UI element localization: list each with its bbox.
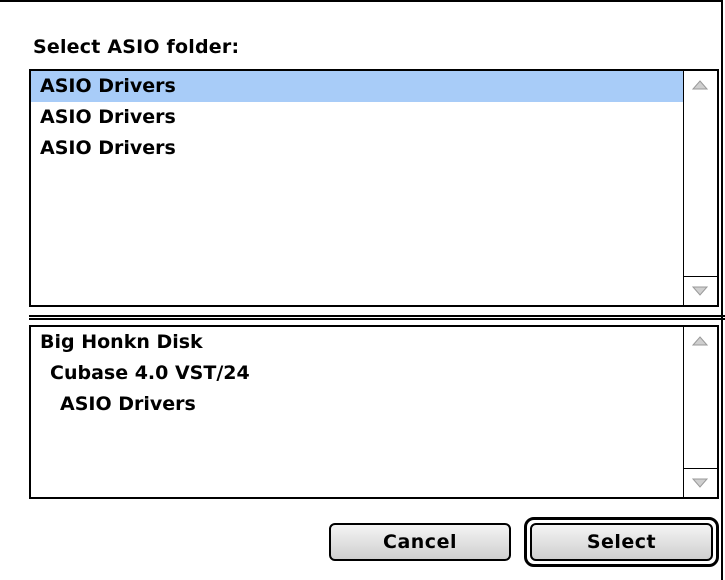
scroll-up-button[interactable] — [684, 327, 717, 356]
folder-list-item[interactable]: ASIO Drivers — [31, 71, 683, 102]
folder-list-items: ASIO Drivers ASIO Drivers ASIO Drivers — [31, 71, 683, 305]
cancel-button[interactable]: Cancel — [329, 523, 511, 561]
folder-list-item[interactable]: ASIO Drivers — [31, 102, 683, 133]
folder-list-item[interactable]: ASIO Drivers — [31, 133, 683, 164]
dialog-prompt: Select ASIO folder: — [33, 36, 240, 58]
path-list-items: Big Honkn Disk Cubase 4.0 VST/24 ASIO Dr… — [31, 327, 683, 497]
path-list[interactable]: Big Honkn Disk Cubase 4.0 VST/24 ASIO Dr… — [29, 325, 719, 499]
path-list-item[interactable]: Big Honkn Disk — [31, 327, 683, 358]
folder-list[interactable]: ASIO Drivers ASIO Drivers ASIO Drivers — [29, 69, 719, 307]
down-arrow-icon — [692, 478, 708, 488]
up-arrow-icon — [692, 336, 708, 346]
select-folder-dialog: Select ASIO folder: ASIO Drivers ASIO Dr… — [0, 0, 725, 580]
up-arrow-icon — [692, 80, 708, 90]
select-button[interactable]: Select — [530, 523, 713, 561]
path-list-item[interactable]: ASIO Drivers — [31, 389, 683, 420]
scroll-down-button[interactable] — [684, 468, 717, 497]
folder-list-scrollbar[interactable] — [683, 71, 717, 305]
path-list-item[interactable]: Cubase 4.0 VST/24 — [31, 358, 683, 389]
list-separator — [29, 315, 725, 320]
path-list-scrollbar[interactable] — [683, 327, 717, 497]
scroll-up-button[interactable] — [684, 71, 717, 100]
down-arrow-icon — [692, 286, 708, 296]
scroll-down-button[interactable] — [684, 276, 717, 305]
